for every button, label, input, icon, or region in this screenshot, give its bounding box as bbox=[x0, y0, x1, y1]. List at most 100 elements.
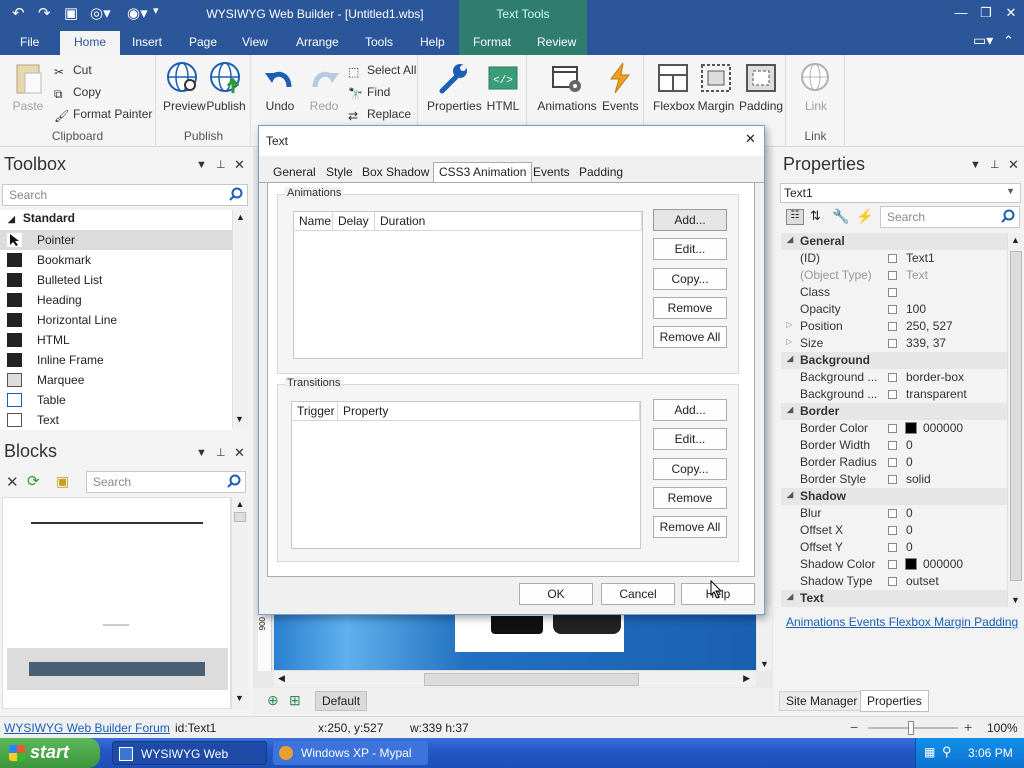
properties-menu-icon[interactable]: ▼ bbox=[970, 159, 981, 171]
undo-button[interactable]: Undo bbox=[260, 61, 300, 113]
toolbox-item-horizontal-line[interactable]: Horizontal Line bbox=[0, 310, 232, 330]
col-property[interactable]: Property bbox=[338, 402, 640, 421]
property-value[interactable]: 0 bbox=[906, 438, 913, 452]
trans-remove-button[interactable]: Remove bbox=[653, 487, 727, 509]
property-edit-icon[interactable] bbox=[888, 339, 897, 348]
toolbox-item-bookmark[interactable]: Bookmark bbox=[0, 250, 232, 270]
tab-file[interactable]: File bbox=[20, 35, 39, 49]
property-row[interactable]: Class bbox=[781, 284, 1009, 301]
toolbox-search-input[interactable]: Search bbox=[2, 184, 248, 206]
property-wrench-icon[interactable]: 🔧 bbox=[832, 208, 849, 225]
events-button[interactable]: Events bbox=[602, 61, 639, 113]
property-value[interactable]: 339, 37 bbox=[906, 336, 946, 350]
property-value[interactable]: 0 bbox=[906, 506, 913, 520]
delete-block-icon[interactable]: ✕ bbox=[6, 473, 19, 491]
object-selector[interactable]: Text1 ▼ bbox=[780, 183, 1021, 203]
add-page-icon[interactable]: ⊕ bbox=[267, 692, 279, 709]
properties-close-icon[interactable]: ✕ bbox=[1008, 157, 1019, 173]
paste-button[interactable]: Paste bbox=[8, 61, 48, 113]
dialog-tab-style[interactable]: Style bbox=[326, 163, 353, 183]
trans-copy-button[interactable]: Copy... bbox=[653, 458, 727, 480]
padding-button[interactable]: Padding bbox=[739, 61, 783, 113]
dialog-tab-padding[interactable]: Padding bbox=[579, 163, 623, 183]
page-tab-default[interactable]: Default bbox=[315, 691, 368, 711]
property-row[interactable]: Opacity 100 bbox=[781, 301, 1009, 318]
tab-home[interactable]: Home bbox=[60, 31, 121, 55]
property-value[interactable]: 0 bbox=[906, 540, 913, 554]
toolbox-item-pointer[interactable]: Pointer bbox=[0, 230, 232, 250]
property-edit-icon[interactable] bbox=[888, 475, 897, 484]
link-animations[interactable]: Animations bbox=[786, 615, 845, 629]
link-margin[interactable]: Margin bbox=[934, 615, 971, 629]
property-row[interactable]: Background ... transparent bbox=[781, 386, 1009, 403]
cancel-button[interactable]: Cancel bbox=[601, 583, 675, 605]
color-swatch[interactable] bbox=[905, 558, 917, 570]
link-padding[interactable]: Padding bbox=[974, 615, 1018, 629]
blocks-close-icon[interactable]: ✕ bbox=[234, 445, 245, 461]
property-row[interactable]: Border Radius 0 bbox=[781, 454, 1009, 471]
property-edit-icon[interactable] bbox=[888, 288, 897, 297]
tab-site-manager[interactable]: Site Manager bbox=[779, 691, 865, 711]
page-menu-icon[interactable]: ⊞ bbox=[289, 692, 301, 709]
select-all-button[interactable]: ⬚ Select All bbox=[348, 63, 416, 79]
ok-button[interactable]: OK bbox=[519, 583, 593, 605]
property-edit-icon[interactable] bbox=[888, 305, 897, 314]
property-value[interactable]: 000000 bbox=[923, 557, 963, 571]
restore-button[interactable]: ❐ bbox=[975, 5, 997, 23]
canvas-image-block[interactable] bbox=[455, 614, 624, 652]
dialog-tab-css3-animation[interactable]: CSS3 Animation bbox=[433, 162, 533, 182]
toolbox-item-inline-frame[interactable]: Inline Frame bbox=[0, 350, 232, 370]
toolbox-scrollbar[interactable]: ▲ ▼ bbox=[232, 210, 248, 428]
property-category[interactable]: ◢ General bbox=[781, 233, 1009, 250]
property-value[interactable]: 000000 bbox=[923, 421, 963, 435]
collapse-icon[interactable]: ◢ bbox=[787, 354, 793, 363]
minimize-button[interactable]: — bbox=[950, 5, 972, 23]
property-edit-icon[interactable] bbox=[888, 458, 897, 467]
color-swatch[interactable] bbox=[905, 422, 917, 434]
collapse-icon[interactable]: ◢ bbox=[787, 405, 793, 414]
col-name[interactable]: Name bbox=[294, 212, 333, 231]
property-value[interactable]: outset bbox=[906, 574, 939, 588]
dialog-tab-box-shadow[interactable]: Box Shadow bbox=[362, 163, 429, 183]
anim-add-button[interactable]: Add... bbox=[653, 209, 727, 231]
col-delay[interactable]: Delay bbox=[333, 212, 375, 231]
copy-button[interactable]: ⧉ Copy bbox=[54, 85, 101, 101]
link-flexbox[interactable]: Flexbox bbox=[889, 615, 931, 629]
block-thumb-text[interactable] bbox=[103, 624, 129, 626]
col-duration[interactable]: Duration bbox=[375, 212, 642, 231]
block-thumb-banner[interactable] bbox=[7, 648, 228, 690]
property-category[interactable]: ◢ Shadow bbox=[781, 488, 1009, 505]
expand-icon[interactable]: ▷ bbox=[786, 320, 792, 329]
toolbox-section[interactable]: ◢ Standard bbox=[8, 211, 75, 225]
toolbox-item-html[interactable]: HTML bbox=[0, 330, 232, 350]
property-category[interactable]: ◢ Background bbox=[781, 352, 1009, 369]
animations-button[interactable]: Animations bbox=[536, 61, 598, 113]
property-value[interactable]: Text1 bbox=[906, 251, 935, 265]
property-row[interactable]: Shadow Color 000000 bbox=[781, 556, 1009, 573]
properties-button[interactable]: Properties bbox=[427, 61, 482, 113]
blocks-search-input[interactable]: Search bbox=[86, 471, 246, 493]
layout-switch-icon[interactable]: ▭▾ bbox=[973, 32, 993, 49]
property-edit-icon[interactable] bbox=[888, 560, 897, 569]
blocks-scrollbar[interactable]: ▲ ▼ bbox=[231, 497, 248, 709]
close-window-button[interactable]: ✕ bbox=[1000, 5, 1022, 23]
property-value[interactable]: solid bbox=[906, 472, 931, 486]
property-edit-icon[interactable] bbox=[888, 271, 897, 280]
start-button[interactable]: start bbox=[0, 738, 100, 768]
properties-scrollbar[interactable]: ▲ ▼ bbox=[1007, 233, 1023, 607]
zoom-slider[interactable] bbox=[868, 721, 958, 735]
collapse-icon[interactable]: ◢ bbox=[787, 235, 793, 244]
anim-copy-button[interactable]: Copy... bbox=[653, 268, 727, 290]
preview-button[interactable]: Preview bbox=[163, 61, 206, 113]
property-edit-icon[interactable] bbox=[888, 373, 897, 382]
anim-remove-all-button[interactable]: Remove All bbox=[653, 326, 727, 348]
property-row[interactable]: Offset X 0 bbox=[781, 522, 1009, 539]
property-value[interactable]: 0 bbox=[906, 455, 913, 469]
format-painter-button[interactable]: 🖌 Format Painter bbox=[54, 107, 152, 123]
anim-edit-button[interactable]: Edit... bbox=[653, 238, 727, 260]
property-edit-icon[interactable] bbox=[888, 526, 897, 535]
collapse-icon[interactable]: ◢ bbox=[787, 592, 793, 601]
sort-az-icon[interactable]: ⇅ bbox=[810, 208, 821, 224]
property-edit-icon[interactable] bbox=[888, 390, 897, 399]
property-row[interactable]: Border Width 0 bbox=[781, 437, 1009, 454]
